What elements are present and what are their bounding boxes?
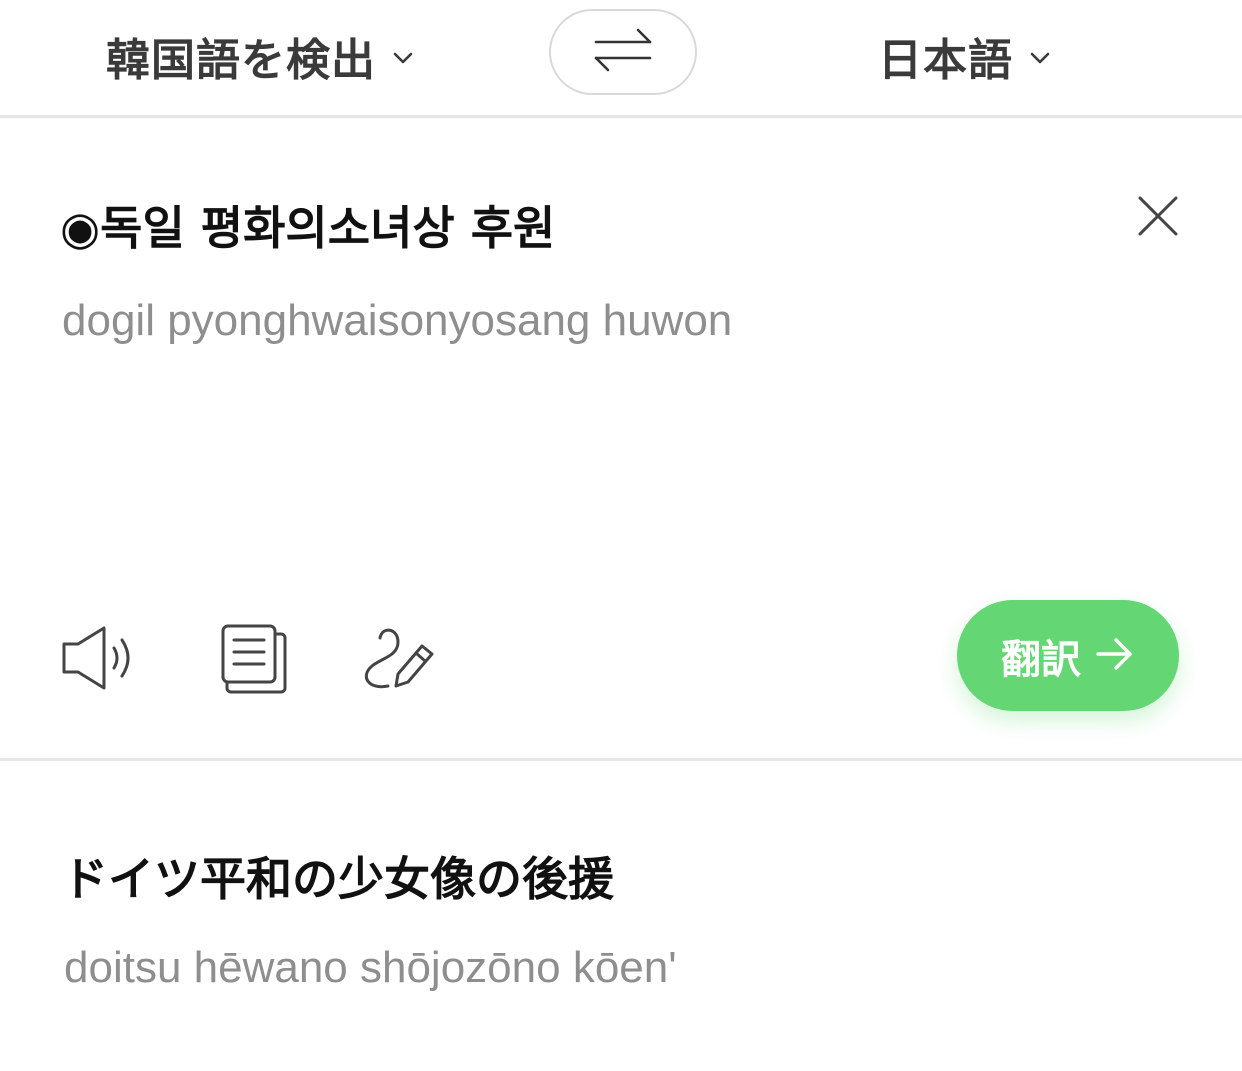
translation-result: ドイツ平和の少女像の後援: [62, 852, 614, 906]
handwriting-button[interactable]: [358, 620, 438, 696]
speak-button[interactable]: [60, 620, 140, 696]
translate-button[interactable]: 翻訳: [957, 600, 1179, 711]
target-language-selector[interactable]: 日本語: [878, 26, 1053, 86]
copy-button[interactable]: [214, 620, 294, 696]
translation-romanization: doitsu hēwano shōjozōno kōen': [64, 943, 677, 992]
language-bar: 韓国語を検出 日本語: [0, 0, 1242, 118]
handwriting-pen-icon: [358, 628, 438, 700]
translate-button-label: 翻訳: [1001, 636, 1081, 683]
speaker-icon: [60, 626, 140, 700]
target-language-label: 日本語: [878, 35, 1013, 86]
output-panel: ドイツ平和の少女像の後援 doitsu hēwano shōjozōno kōe…: [0, 761, 1242, 1071]
copy-icon: [214, 624, 294, 700]
source-language-selector[interactable]: 韓国語を検出: [106, 26, 416, 86]
chevron-down-icon: [1027, 45, 1053, 71]
arrow-right-icon: [1095, 636, 1135, 676]
close-icon: [1132, 196, 1184, 246]
source-romanization: dogil pyonghwaisonyosang huwon: [62, 296, 733, 345]
clear-button[interactable]: [1132, 190, 1184, 242]
translator-page: 韓国語を検出 日本語 ◉독일 평화의소녀상 후원 dogil pyonghwai…: [0, 0, 1242, 1071]
input-panel[interactable]: ◉독일 평화의소녀상 후원 dogil pyonghwaisonyosang h…: [0, 118, 1242, 761]
chevron-down-icon: [390, 45, 416, 71]
swap-languages-button[interactable]: [549, 9, 697, 95]
swap-arrows-icon: [592, 27, 654, 77]
source-text[interactable]: ◉독일 평화의소녀상 후원: [60, 192, 555, 258]
source-language-label: 韓国語を検出: [106, 35, 376, 86]
